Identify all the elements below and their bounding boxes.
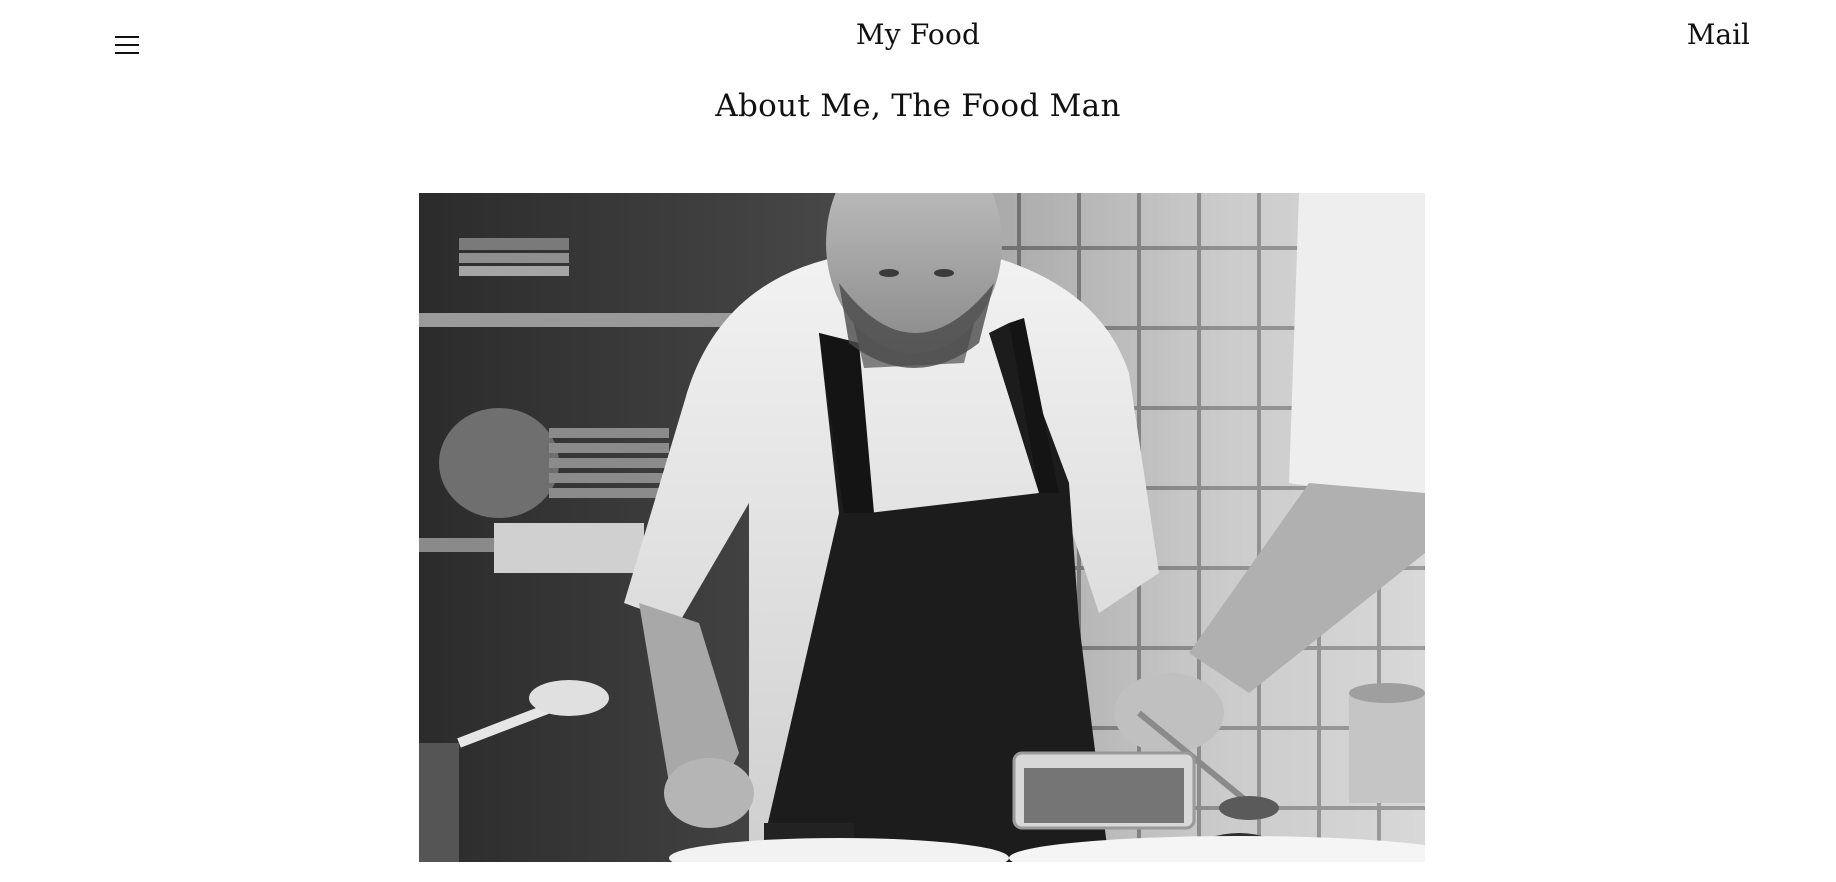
chef-photo-illustration — [419, 193, 1425, 862]
mail-link[interactable]: Mail — [1687, 18, 1750, 51]
hamburger-menu-button[interactable] — [112, 30, 142, 60]
page-title: About Me, The Food Man — [715, 88, 1121, 124]
site-brand-link[interactable]: My Food — [856, 18, 980, 51]
hero-image — [419, 193, 1425, 862]
hamburger-menu-icon — [115, 36, 139, 54]
site-header: My Food Mail — [0, 0, 1836, 80]
brand-container: My Food — [0, 18, 1836, 51]
